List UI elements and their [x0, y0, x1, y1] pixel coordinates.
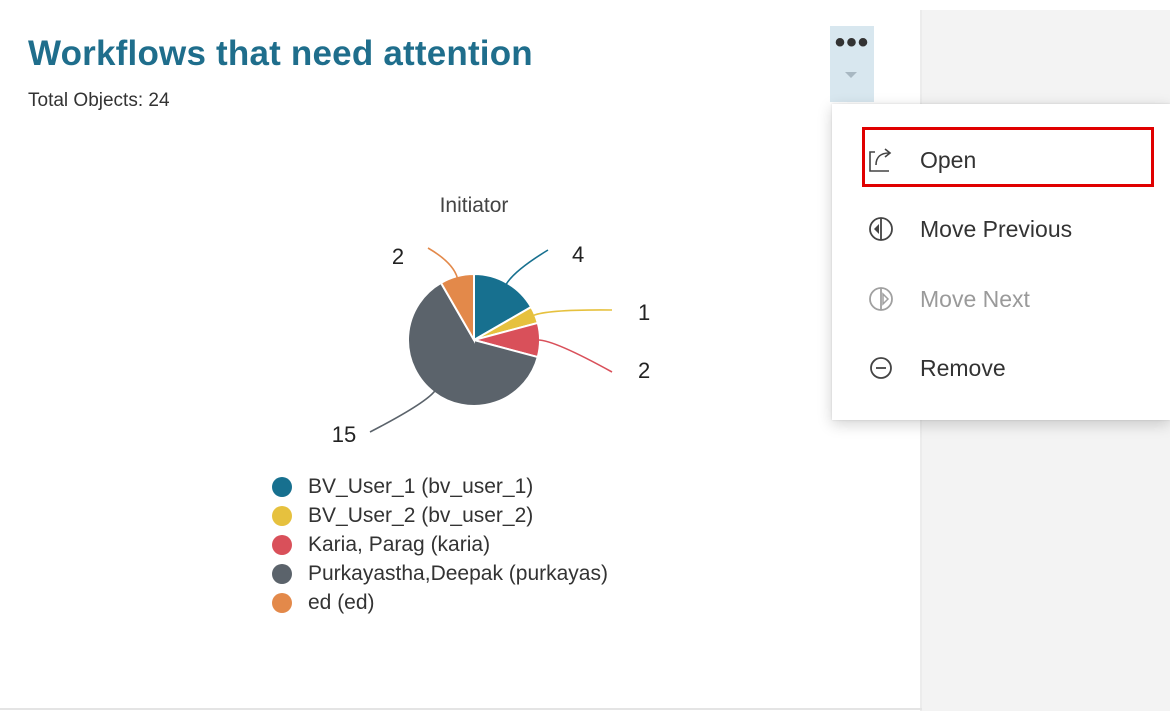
- pie-chart: 4 1 2 15 2: [332, 242, 650, 447]
- legend-swatch: [272, 534, 292, 555]
- widget-bottom-border: [0, 708, 922, 710]
- menu-item-label: Move Previous: [920, 215, 1073, 242]
- legend-label: BV_User_2 (bv_user_2): [308, 503, 534, 527]
- slice-value-label: 15: [332, 422, 356, 447]
- legend-swatch: [272, 476, 292, 497]
- legend-item[interactable]: Purkayastha,Deepak (purkayas): [272, 559, 608, 588]
- legend-item[interactable]: BV_User_1 (bv_user_1): [272, 472, 608, 501]
- legend-label: ed (ed): [308, 590, 375, 614]
- callout-line: [532, 309, 613, 317]
- legend-label: Karia, Parag (karia): [308, 532, 491, 556]
- callout-line: [427, 247, 459, 279]
- legend-label: BV_User_1 (bv_user_1): [308, 474, 534, 498]
- legend-item[interactable]: BV_User_2 (bv_user_2): [272, 501, 608, 530]
- slice-value-label: 1: [638, 300, 650, 325]
- callout-line: [369, 390, 436, 433]
- legend-label: Purkayastha,Deepak (purkayas): [308, 561, 608, 585]
- legend-swatch: [272, 505, 292, 526]
- legend-swatch: [272, 592, 292, 613]
- pie-slices: [407, 272, 541, 407]
- legend-item[interactable]: ed (ed): [272, 588, 608, 617]
- callout-line: [537, 339, 613, 373]
- legend-item[interactable]: Karia, Parag (karia): [272, 530, 608, 559]
- legend-swatch: [272, 563, 292, 584]
- menu-item-label: Remove: [920, 354, 1006, 381]
- menu-item-label: Move Next: [920, 285, 1030, 312]
- chart-legend: BV_User_1 (bv_user_1) BV_User_2 (bv_user_…: [272, 472, 608, 617]
- slice-value-label: 2: [392, 244, 404, 269]
- callout-line: [505, 249, 549, 285]
- slice-value-label: 2: [638, 358, 650, 383]
- slice-value-label: 4: [572, 242, 584, 267]
